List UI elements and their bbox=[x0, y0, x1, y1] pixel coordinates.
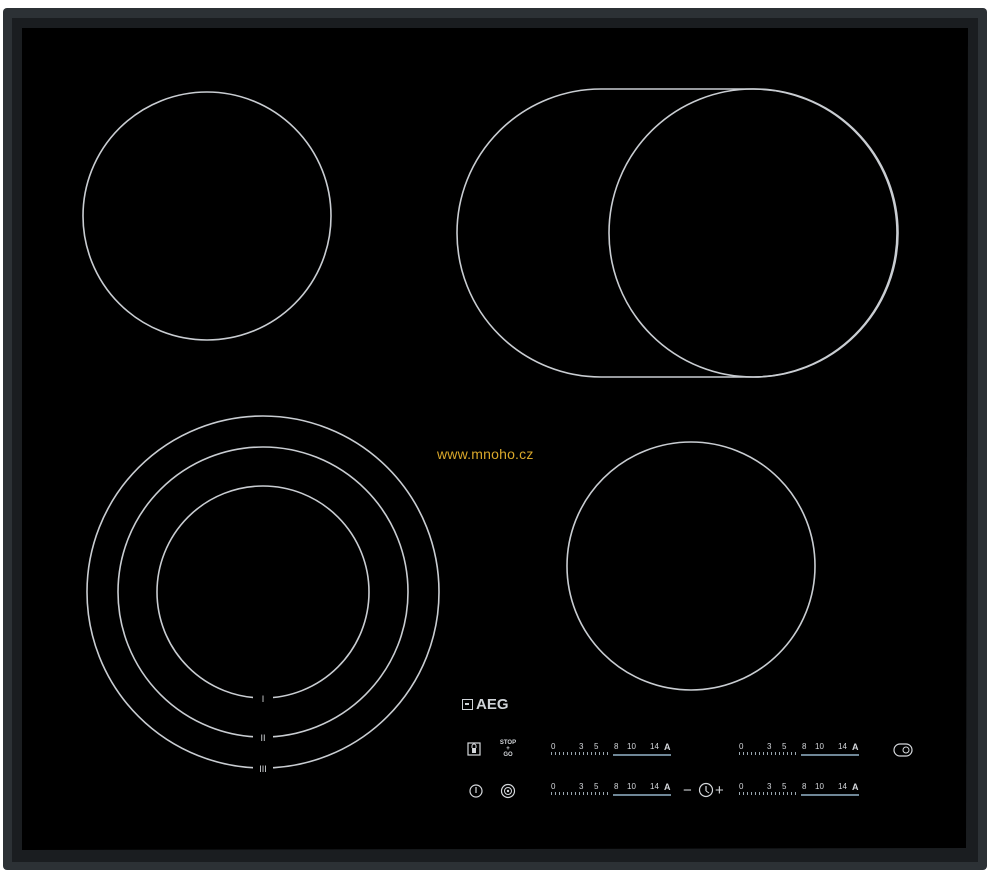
scale-label: 5 bbox=[782, 782, 787, 791]
stop-go-button[interactable]: STOP + GO bbox=[496, 740, 520, 758]
scale-label: 8 bbox=[614, 782, 619, 791]
scale-label: 3 bbox=[579, 742, 584, 751]
go-label: GO bbox=[503, 752, 513, 758]
zone-marker-1: I bbox=[262, 694, 265, 704]
scale-label: A bbox=[664, 782, 671, 792]
slider-track bbox=[613, 794, 671, 796]
scale-label: 0 bbox=[739, 742, 744, 751]
power-slider-top-right-zone[interactable]: 0 3 5 8 10 14 A bbox=[739, 742, 859, 760]
power-slider-bottom-right-zone[interactable]: 0 3 5 8 10 14 A bbox=[739, 782, 859, 800]
timer-minus-button[interactable]: − bbox=[683, 782, 692, 799]
slider-track bbox=[801, 794, 859, 796]
brand-logo: AEG bbox=[462, 695, 509, 713]
scale-label: A bbox=[664, 742, 671, 752]
brand-name: AEG bbox=[476, 695, 509, 713]
slider-ticks bbox=[551, 752, 611, 755]
scale-label: 3 bbox=[579, 782, 584, 791]
watermark-text: www.mnoho.cz bbox=[437, 446, 534, 462]
slider-track bbox=[613, 754, 671, 756]
scale-label: 10 bbox=[627, 742, 636, 751]
slider-ticks bbox=[551, 792, 611, 795]
scale-label: 10 bbox=[815, 782, 824, 791]
aeg-logo-icon bbox=[462, 698, 473, 710]
zone-marker-3: III bbox=[259, 764, 267, 774]
scale-label: 10 bbox=[627, 782, 636, 791]
scale-label: 5 bbox=[782, 742, 787, 751]
slider-track bbox=[801, 754, 859, 756]
scale-label: 0 bbox=[551, 782, 556, 791]
scale-label: 3 bbox=[767, 742, 772, 751]
power-slider-top-left-zone[interactable]: 0 3 5 8 10 14 A bbox=[551, 742, 671, 760]
scale-label: 14 bbox=[650, 742, 659, 751]
glass-surface bbox=[22, 28, 968, 850]
scale-label: 14 bbox=[838, 742, 847, 751]
scale-label: 5 bbox=[594, 742, 599, 751]
power-slider-bottom-left-zone[interactable]: 0 3 5 8 10 14 A bbox=[551, 782, 671, 800]
scale-label: 0 bbox=[551, 742, 556, 751]
scale-label: 3 bbox=[767, 782, 772, 791]
scale-label: 10 bbox=[815, 742, 824, 751]
scale-label: 5 bbox=[594, 782, 599, 791]
scale-label: A bbox=[852, 742, 859, 752]
timer-plus-button[interactable]: + bbox=[715, 782, 724, 799]
scale-label: 8 bbox=[802, 742, 807, 751]
slider-ticks bbox=[739, 792, 799, 795]
zone-marker-2: II bbox=[260, 733, 265, 743]
scale-label: A bbox=[852, 782, 859, 792]
slider-ticks bbox=[739, 752, 799, 755]
scale-label: 8 bbox=[802, 782, 807, 791]
scale-label: 0 bbox=[739, 782, 744, 791]
scale-label: 8 bbox=[614, 742, 619, 751]
scale-label: 14 bbox=[838, 782, 847, 791]
scale-label: 14 bbox=[650, 782, 659, 791]
